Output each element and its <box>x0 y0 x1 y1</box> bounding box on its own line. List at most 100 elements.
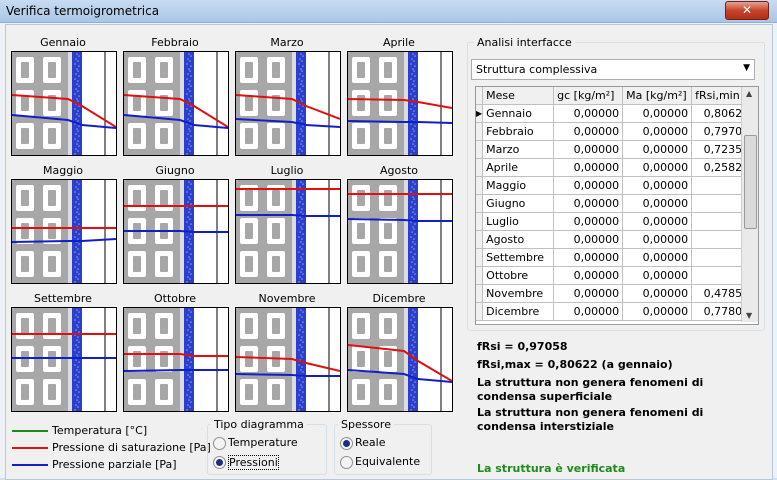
row-header[interactable] <box>476 266 484 285</box>
insulation-dot <box>414 341 416 343</box>
insulation-dot <box>413 130 415 132</box>
row-header[interactable] <box>476 140 484 159</box>
row-header[interactable]: ▶ <box>476 104 484 123</box>
insulation-dot <box>186 191 188 193</box>
insulation-dot <box>412 53 414 55</box>
insulation-dot <box>76 143 78 145</box>
insulation-dot <box>302 391 304 393</box>
table-row[interactable]: Agosto 0,00000 0,00000 <box>476 230 754 249</box>
insulation-dot <box>302 311 304 313</box>
insulation-dot <box>301 140 303 142</box>
insulation-dot <box>190 331 192 333</box>
radio-reale[interactable] <box>340 437 353 450</box>
table-row[interactable]: Aprile 0,00000 0,00000 0,25823 <box>476 158 754 177</box>
insulation-dot <box>410 108 412 110</box>
insulation-dot <box>298 93 300 95</box>
table-row[interactable]: ▶ Gennaio 0,00000 0,00000 0,80622 <box>476 104 754 123</box>
insulation-dot <box>75 73 77 75</box>
row-header[interactable] <box>476 212 484 231</box>
insulation-dot <box>299 329 301 331</box>
row-header[interactable] <box>476 248 484 267</box>
air-layer <box>68 52 72 155</box>
struttura-combo[interactable]: Struttura complessiva ▼ <box>471 59 755 80</box>
radio-reale-label[interactable]: Reale <box>355 436 385 449</box>
brick-web <box>272 190 280 206</box>
insulation-dot <box>187 216 189 218</box>
insulation-dot <box>76 113 78 115</box>
insulation-dot <box>412 256 414 258</box>
insulation-dot <box>414 371 416 373</box>
insulation-dot <box>77 326 79 328</box>
insulation-dot <box>187 88 189 90</box>
insulation-dot <box>301 60 303 62</box>
scroll-down-icon[interactable]: ▼ <box>746 311 752 320</box>
radio-temperature-label[interactable]: Temperature <box>228 436 298 449</box>
table-row[interactable]: Marzo 0,00000 0,00000 0,72359 <box>476 140 754 159</box>
radio-equivalente[interactable] <box>340 456 353 469</box>
outer-layer <box>194 52 228 155</box>
insulation-dot <box>77 188 79 190</box>
insulation-dot <box>302 381 304 383</box>
insulation-dot <box>302 193 304 195</box>
insulation-dot <box>190 361 192 363</box>
brick-web <box>384 190 392 206</box>
insulation-dot <box>76 354 78 356</box>
radio-pressioni[interactable] <box>213 456 226 469</box>
table-row[interactable]: Dicembre 0,00000 0,00000 0,77807 <box>476 302 754 321</box>
insulation-dot <box>300 196 302 198</box>
insulation-dot <box>302 115 304 117</box>
radio-pressioni-label[interactable]: Pressioni <box>228 455 279 470</box>
scroll-up-icon[interactable]: ▲ <box>746 89 752 98</box>
insulation-dot <box>187 201 189 203</box>
insulation-dot <box>190 193 192 195</box>
insulation-dot <box>75 148 77 150</box>
insulation-dot <box>189 208 191 210</box>
insulation-dot <box>78 321 80 323</box>
table-scrollbar[interactable]: ▲ ▼ <box>741 87 758 322</box>
wall-section-diagram <box>348 52 452 155</box>
row-header[interactable] <box>476 122 484 141</box>
insulation-dot <box>301 336 303 338</box>
insulation-dot <box>300 309 302 311</box>
insulation-dot <box>410 191 412 193</box>
row-header[interactable] <box>476 194 484 213</box>
insulation-dot <box>410 153 412 155</box>
insulation-dot <box>75 58 77 60</box>
table-row[interactable]: Ottobre 0,00000 0,00000 <box>476 266 754 285</box>
insulation-dot <box>75 374 77 376</box>
insulation-dot <box>412 211 414 213</box>
chart-panel-agosto <box>347 179 453 284</box>
table-row[interactable]: Novembre 0,00000 0,00000 0,47858 <box>476 284 754 303</box>
table-row[interactable]: Maggio 0,00000 0,00000 <box>476 176 754 195</box>
results-table[interactable]: Mese gc [kg/m²] Ma [kg/m²] fRsi,min ▶ Gennaio… <box>475 86 759 325</box>
table-row[interactable]: Settembre 0,00000 0,00000 <box>476 248 754 267</box>
insulation-dot <box>74 153 76 155</box>
row-header[interactable] <box>476 158 484 177</box>
table-row[interactable]: Luglio 0,00000 0,00000 <box>476 212 754 231</box>
insulation-dot <box>412 399 414 401</box>
brick-web <box>384 318 392 334</box>
table-row[interactable]: Giugno 0,00000 0,00000 <box>476 194 754 213</box>
radio-temperature[interactable] <box>213 437 226 450</box>
row-header[interactable] <box>476 230 484 249</box>
insulation-dot <box>190 203 192 205</box>
row-header[interactable] <box>476 284 484 303</box>
insulation-dot <box>78 135 80 137</box>
insulation-dot <box>412 68 414 70</box>
insulation-dot <box>299 344 301 346</box>
chevron-down-icon[interactable]: ▼ <box>743 63 750 73</box>
insulation-dot <box>302 55 304 57</box>
insulation-dot <box>412 324 414 326</box>
close-button[interactable]: ✕ <box>725 1 769 20</box>
row-header[interactable] <box>476 87 484 105</box>
table-cell: Giugno <box>482 194 555 213</box>
insulation-dot <box>414 75 416 77</box>
outer-layer <box>306 308 340 411</box>
radio-equivalente-label[interactable]: Equivalente <box>355 455 420 468</box>
insulation-dot <box>189 386 191 388</box>
scroll-thumb[interactable] <box>744 135 757 229</box>
row-header[interactable] <box>476 302 484 321</box>
insulation-dot <box>410 364 412 366</box>
row-header[interactable] <box>476 176 484 195</box>
table-row[interactable]: Febbraio 0,00000 0,00000 0,79702 <box>476 122 754 141</box>
